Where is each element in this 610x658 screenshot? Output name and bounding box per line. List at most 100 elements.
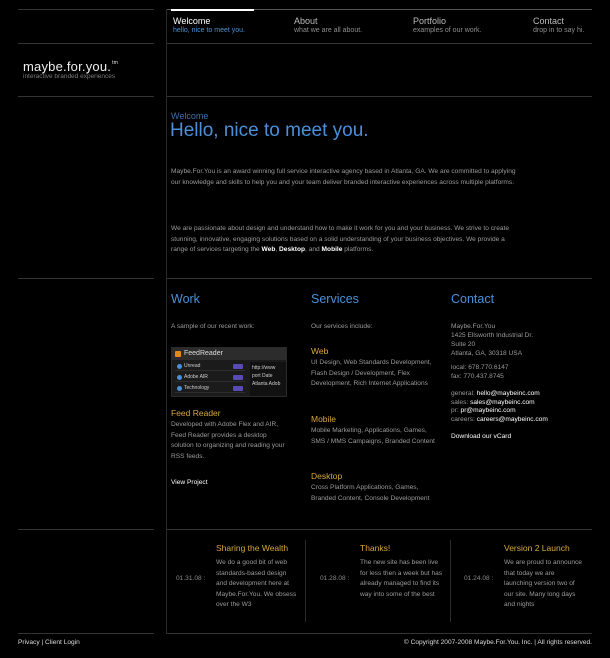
- news-date: 01.31.08 :: [176, 575, 206, 582]
- email-label: general:: [451, 390, 477, 397]
- thumb-row: Technology: [175, 384, 245, 393]
- feed-reader-thumbnail[interactable]: FeedReader Unread Adobe AIR Technology h…: [171, 347, 287, 397]
- news-title[interactable]: Version 2 Launch: [504, 543, 570, 553]
- welcome-paragraph-1: Maybe.For.You is an award winning full s…: [171, 168, 516, 186]
- email-link[interactable]: careers@maybeinc.com: [477, 416, 548, 423]
- brand-name: maybe.for.you.: [23, 59, 112, 74]
- para2-text-post: platforms.: [342, 246, 374, 253]
- download-vcard-link[interactable]: Download our vCard: [451, 432, 511, 443]
- contact-fax: fax: 770.437.8745: [451, 373, 504, 380]
- news-body: The new site has been live for less then…: [360, 559, 443, 598]
- pane-line: http://www: [252, 365, 276, 371]
- nav-portfolio-title: Portfolio: [413, 16, 447, 26]
- footer-rule: [167, 633, 592, 634]
- news-title[interactable]: Sharing the Wealth: [216, 543, 288, 553]
- thumb-row-label: Adobe AIR: [184, 374, 208, 380]
- thumb-row: Adobe AIR: [175, 373, 245, 382]
- nav-about-sub: what we are all about.: [294, 27, 363, 34]
- news-date: 01.28.08 :: [320, 575, 350, 582]
- contact-local: local: 678.770.6147: [451, 364, 509, 371]
- brand-tm: tm: [112, 60, 119, 66]
- nav-contact-sub: drop in to say hi.: [533, 27, 585, 34]
- count-badge: [233, 386, 243, 391]
- contact-heading: Contact: [451, 292, 495, 306]
- work-heading: Work: [171, 292, 200, 306]
- contact-address-line3: Atlanta, GA, 30318 USA: [451, 350, 523, 357]
- welcome-paragraph-2: We are passionate about design and under…: [171, 224, 521, 256]
- thumb-row-label: Unread: [184, 363, 201, 369]
- email-link[interactable]: sales@maybeinc.com: [470, 399, 535, 406]
- welcome-top-rule: [167, 96, 592, 97]
- feed-dot-icon: [177, 375, 182, 380]
- news-title[interactable]: Thanks!: [360, 543, 390, 553]
- welcome-bottom-rule: [167, 278, 592, 279]
- thumb-row: Unread: [175, 362, 245, 371]
- nav-active-indicator: [171, 9, 254, 11]
- contact-company: Maybe.For.You: [451, 323, 496, 330]
- thumb-detail-pane: http://www port Date Atlanta Adob: [250, 362, 286, 396]
- footer-separator: |: [41, 639, 44, 646]
- contact-phones: local: 678.770.6147 fax: 770.437.8745: [451, 363, 509, 381]
- email-link[interactable]: hello@maybeinc.com: [477, 390, 540, 397]
- logo-bottom-rule: [18, 96, 154, 97]
- nav-contact[interactable]: Contact drop in to say hi.: [533, 16, 584, 36]
- service-desktop-desc: Cross Platform Applications, Games, Bran…: [311, 484, 430, 502]
- thumb-title: FeedReader: [184, 350, 223, 357]
- contact-address-line2: Suite 20: [451, 341, 476, 348]
- contact-address-line1: 1425 Ellsworth Industrial Dr.: [451, 332, 534, 339]
- work-intro: A sample of our recent work:: [171, 323, 255, 330]
- news-divider-2: [450, 540, 451, 622]
- client-login-link[interactable]: Client Login: [45, 639, 80, 646]
- service-web-title: Web: [311, 346, 329, 356]
- sidebar-divider: [166, 9, 167, 634]
- para2-desktop: Desktop: [279, 246, 306, 253]
- copyright: © Copyright 2007-2008 Maybe.For.You. Inc…: [403, 639, 592, 646]
- contact-email-row: general: hello@maybeinc.com: [451, 390, 548, 399]
- rss-icon: [175, 351, 181, 357]
- brand-tagline: interactive branded experiences: [23, 73, 116, 80]
- nav-about-title: About: [294, 16, 318, 26]
- count-badge: [233, 364, 243, 369]
- page-title: Hello, nice to meet you.: [170, 120, 369, 141]
- nav-welcome-title: Welcome: [173, 16, 211, 26]
- nav-portfolio[interactable]: Portfolio examples of our work.: [413, 16, 481, 36]
- news-body: We are proud to announce that today we a…: [504, 559, 582, 608]
- para2-sep2: , and: [305, 246, 322, 253]
- welcome-bottom-rule-left: [18, 278, 154, 279]
- view-project-link[interactable]: View Project: [171, 478, 208, 489]
- nav-welcome[interactable]: Welcome hello, nice to meet you.: [173, 16, 245, 36]
- footer-rule-left: [18, 633, 154, 634]
- nav-bottom-rule: [167, 43, 592, 44]
- nav-welcome-sub: hello, nice to meet you.: [173, 27, 245, 34]
- email-link[interactable]: pr@maybeinc.com: [461, 407, 516, 414]
- contact-emails: general: hello@maybeinc.com sales: sales…: [451, 390, 548, 424]
- privacy-link[interactable]: Privacy: [18, 639, 40, 646]
- feed-dot-icon: [177, 364, 182, 369]
- news-divider-1: [305, 540, 306, 622]
- news-top-rule: [167, 529, 592, 530]
- nav-portfolio-sub: examples of our work.: [413, 27, 482, 34]
- services-heading: Services: [311, 292, 359, 306]
- project-title[interactable]: Feed Reader: [171, 408, 221, 418]
- service-desktop-title: Desktop: [311, 471, 343, 481]
- para2-mobile: Mobile: [321, 246, 343, 253]
- services-intro: Our services include:: [311, 323, 373, 330]
- news-date: 01.24.08 :: [464, 575, 494, 582]
- service-web-desc: UI Design, Web Standards Development, Fl…: [311, 359, 432, 387]
- thumb-row-label: Technology: [184, 385, 210, 391]
- contact-email-row: sales: sales@maybeinc.com: [451, 399, 548, 408]
- brand-logo[interactable]: maybe.for.you.tm: [23, 59, 118, 74]
- count-badge: [233, 375, 243, 380]
- top-rule-left: [18, 9, 154, 10]
- feed-dot-icon: [177, 386, 182, 391]
- service-mobile-title: Mobile: [311, 414, 337, 424]
- news-top-rule-left: [18, 529, 154, 530]
- news-body: We do a good bit of web standards-based …: [216, 559, 297, 608]
- contact-email-row: pr: pr@maybeinc.com: [451, 407, 548, 416]
- contact-email-row: careers: careers@maybeinc.com: [451, 416, 548, 425]
- project-description: Developed with Adobe Flex and AIR, Feed …: [171, 421, 285, 460]
- nav-about[interactable]: About what we are all about.: [294, 16, 362, 36]
- service-mobile-desc: Mobile Marketing, Applications, Games, S…: [311, 427, 435, 445]
- pane-line: Atlanta Adob: [252, 381, 281, 387]
- email-label: pr:: [451, 407, 461, 414]
